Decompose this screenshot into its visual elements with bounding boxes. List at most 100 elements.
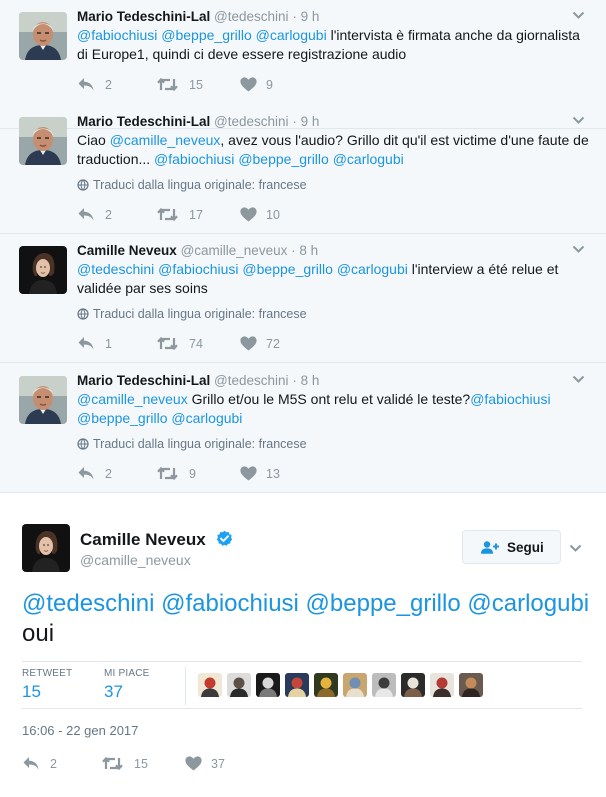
mention-link[interactable]: @tedeschini — [77, 261, 154, 277]
mention-link[interactable]: @beppe_grillo — [161, 27, 252, 43]
tweet-text-segment: Ciao — [77, 132, 110, 148]
username[interactable]: @tedeschini — [214, 114, 289, 129]
translate-link[interactable]: Traduci dalla lingua originale: francese — [77, 307, 307, 321]
mention-link[interactable]: @beppe_grillo — [238, 151, 329, 167]
replies-thread: Mario Tedeschini-Lal @tedeschini · 9 h @… — [0, 0, 606, 493]
retweet-icon — [157, 466, 178, 481]
liker-avatar[interactable] — [227, 673, 251, 697]
mention-link[interactable]: @carlogubi — [171, 410, 242, 426]
liker-avatar[interactable] — [430, 673, 454, 697]
retweet-count: 15 — [189, 78, 203, 92]
translate-link[interactable]: Traduci dalla lingua originale: francese — [77, 178, 307, 192]
tweet-time[interactable]: 8 h — [301, 373, 320, 388]
mention-link[interactable]: @carlogubi — [256, 27, 327, 43]
liker-avatar[interactable] — [401, 673, 425, 697]
heart-icon — [240, 336, 257, 351]
chevron-down-icon[interactable] — [572, 116, 585, 125]
follow-label: Segui — [507, 540, 544, 555]
reply-count: 2 — [105, 78, 112, 92]
reply-icon — [78, 337, 94, 350]
retweet-icon — [157, 207, 178, 222]
mention-link[interactable]: @tedeschini — [22, 590, 154, 617]
tweet-text-segment — [299, 590, 306, 617]
chevron-down-icon[interactable] — [572, 375, 585, 384]
liker-avatar[interactable] — [343, 673, 367, 697]
heart-icon — [240, 207, 257, 222]
mention-link[interactable]: @fabiochiusi — [154, 151, 234, 167]
like-count: 10 — [266, 208, 280, 222]
liker-avatar[interactable] — [372, 673, 396, 697]
translate-link[interactable]: Traduci dalla lingua originale: francese — [77, 437, 307, 451]
reply-count: 1 — [105, 337, 112, 351]
tweet-timestamp[interactable]: 16:06 - 22 gen 2017 — [22, 723, 138, 738]
username[interactable]: @camille_neveux — [80, 552, 191, 568]
avatar[interactable] — [19, 117, 67, 165]
chevron-down-icon[interactable] — [569, 544, 582, 553]
separator-dot: · — [292, 114, 297, 129]
avatar[interactable] — [22, 524, 70, 572]
globe-icon — [77, 438, 89, 450]
separator-dot: · — [292, 9, 297, 24]
liker-avatar[interactable] — [285, 673, 309, 697]
username[interactable]: @camille_neveux — [181, 243, 288, 258]
like-count: 9 — [266, 78, 273, 92]
mention-link[interactable]: @fabiochiusi — [158, 261, 238, 277]
tweet-time[interactable]: 9 h — [301, 9, 320, 24]
mention-link[interactable]: @carlogubi — [333, 151, 404, 167]
retweet-icon — [102, 756, 123, 771]
tweet-text-segment: oui — [22, 620, 55, 647]
chevron-down-icon[interactable] — [572, 245, 585, 254]
avatar-image — [19, 246, 67, 294]
retweet-stat[interactable]: RETWEET 15 — [22, 668, 72, 702]
likes-stat-label: MI PIACE — [104, 668, 150, 679]
mention-link[interactable]: @camille_neveux — [110, 132, 221, 148]
avatar[interactable] — [19, 12, 67, 60]
reply-tweet[interactable]: Mario Tedeschini-Lal @tedeschini · 8 h @… — [0, 364, 606, 493]
mention-link[interactable]: @camille_neveux — [77, 391, 188, 407]
translate-text: Traduci dalla lingua originale: francese — [93, 307, 307, 321]
tweet-text: @fabiochiusi @beppe_grillo @carlogubi l'… — [77, 26, 592, 63]
tweet-header: Mario Tedeschini-Lal @tedeschini · 8 h — [77, 373, 319, 388]
tweet-time[interactable]: 9 h — [301, 114, 320, 129]
likes-stat[interactable]: MI PIACE 37 — [104, 668, 150, 702]
tweet-text: Ciao @camille_neveux, avez vous l'audio?… — [77, 131, 592, 168]
chevron-down-icon[interactable] — [572, 11, 585, 20]
tweet-time[interactable]: 8 h — [299, 243, 318, 258]
avatar[interactable] — [19, 376, 67, 424]
username[interactable]: @tedeschini — [214, 9, 289, 24]
username[interactable]: @tedeschini — [214, 373, 289, 388]
mention-link[interactable]: @carlogubi — [467, 590, 589, 617]
liker-avatar[interactable] — [198, 673, 222, 697]
display-name[interactable]: Mario Tedeschini-Lal — [77, 373, 210, 388]
retweet-stat-value: 15 — [22, 682, 41, 701]
reply-tweet[interactable]: Mario Tedeschini-Lal @tedeschini · 9 h C… — [0, 105, 606, 234]
heart-icon — [240, 466, 257, 481]
liker-avatar[interactable] — [314, 673, 338, 697]
mention-link[interactable]: @carlogubi — [337, 261, 408, 277]
tweet-text: @camille_neveux Grillo et/ou le M5S ont … — [77, 390, 592, 427]
reply-icon — [78, 208, 94, 221]
display-name[interactable]: Mario Tedeschini-Lal — [77, 9, 210, 24]
translate-text: Traduci dalla lingua originale: francese — [93, 178, 307, 192]
mention-link[interactable]: @fabiochiusi — [470, 391, 550, 407]
reply-count: 2 — [105, 467, 112, 481]
retweet-stat-label: RETWEET — [22, 668, 73, 679]
mention-link[interactable]: @beppe_grillo — [242, 261, 333, 277]
display-name[interactable]: Camille Neveux — [77, 243, 177, 258]
tweet-header: Mario Tedeschini-Lal @tedeschini · 9 h — [77, 114, 319, 129]
mention-link[interactable]: @fabiochiusi — [77, 27, 157, 43]
mention-link[interactable]: @beppe_grillo — [77, 410, 168, 426]
reply-tweet[interactable]: Camille Neveux @camille_neveux · 8 h @te… — [0, 234, 606, 363]
reply-icon — [23, 757, 39, 770]
liker-avatar[interactable] — [459, 673, 483, 697]
retweet-count: 17 — [189, 208, 203, 222]
retweet-icon — [157, 336, 178, 351]
display-name[interactable]: Mario Tedeschini-Lal — [77, 114, 210, 129]
mention-link[interactable]: @fabiochiusi — [161, 590, 299, 617]
avatar[interactable] — [19, 246, 67, 294]
display-name[interactable]: Camille Neveux — [80, 530, 206, 550]
follow-button[interactable]: Segui — [462, 530, 561, 564]
liker-avatar[interactable] — [256, 673, 280, 697]
mention-link[interactable]: @beppe_grillo — [306, 590, 461, 617]
like-count: 13 — [266, 467, 280, 481]
